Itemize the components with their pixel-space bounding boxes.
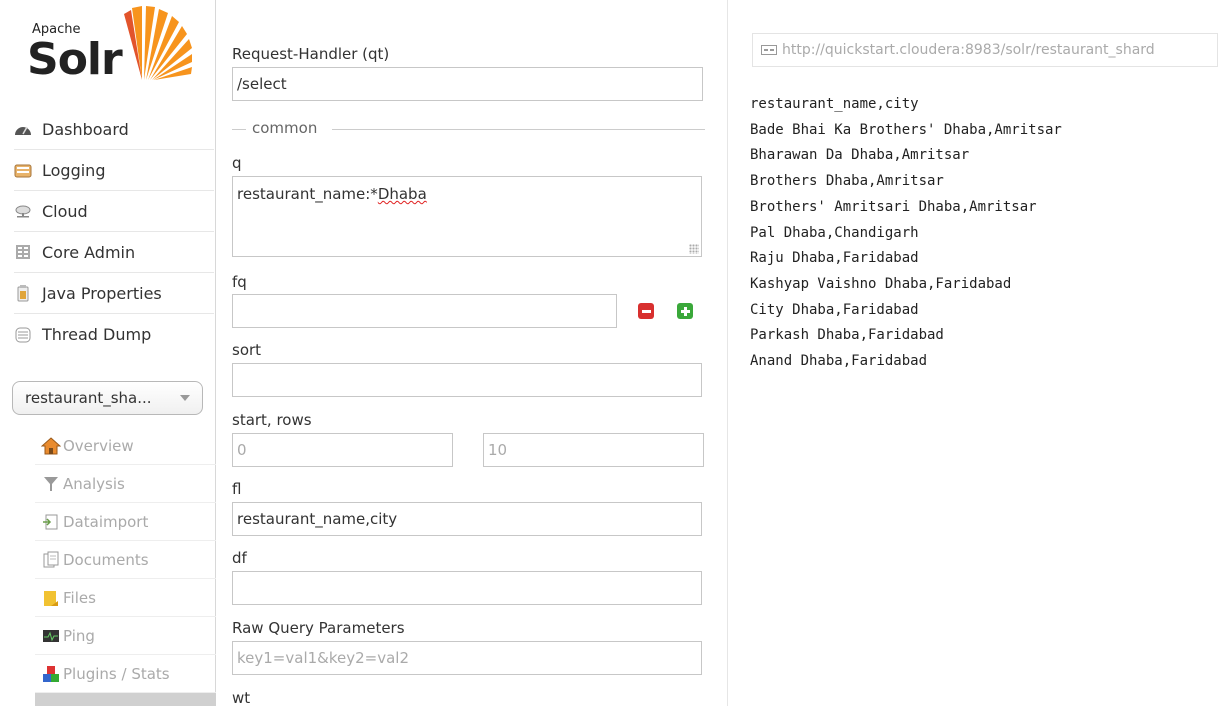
- nav-core-admin[interactable]: Core Admin: [14, 232, 214, 273]
- raw-query-input[interactable]: key1=val1&key2=val2: [232, 641, 702, 675]
- ping-icon: [41, 626, 61, 646]
- core-nav-label: Plugins / Stats: [63, 664, 170, 683]
- solr-logo[interactable]: Apache Solr: [22, 4, 197, 86]
- logging-icon: [14, 161, 32, 179]
- cloud-icon: [14, 202, 32, 220]
- java-properties-icon: [14, 284, 32, 302]
- documents-icon: [41, 550, 61, 570]
- results-panel: http://quickstart.cloudera:8983/solr/res…: [729, 0, 1218, 706]
- start-input[interactable]: 0: [232, 433, 453, 467]
- plugins-icon: [41, 664, 61, 684]
- legend-divider-left: [232, 129, 246, 130]
- common-fieldset-legend: common: [232, 119, 705, 139]
- nav-label: Logging: [42, 160, 106, 180]
- nav-label: Dashboard: [42, 119, 129, 139]
- home-icon: [41, 436, 61, 456]
- fl-label: fl: [232, 480, 242, 498]
- nav-cloud[interactable]: Cloud: [14, 191, 214, 232]
- response-row: Bharawan Da Dhaba,Amritsar: [750, 147, 970, 164]
- nav-dashboard[interactable]: Dashboard: [14, 109, 214, 150]
- core-nav-label: Ping: [63, 626, 95, 645]
- df-input[interactable]: [232, 571, 702, 605]
- query-icon: [41, 702, 61, 706]
- dataimport-icon: [41, 512, 61, 532]
- response-output: restaurant_name,city Bade Bhai Ka Brother…: [750, 92, 1062, 375]
- q-textarea[interactable]: restaurant_name:*Dhaba: [232, 176, 702, 257]
- core-nav-label: Documents: [63, 550, 149, 569]
- legend-divider-right: [332, 129, 705, 130]
- core-nav-label: Files: [63, 588, 96, 607]
- nav-java-properties[interactable]: Java Properties: [14, 273, 214, 314]
- resize-grip-icon[interactable]: [689, 244, 699, 254]
- response-row: Raju Dhaba,Faridabad: [750, 250, 919, 267]
- remove-fq-button[interactable]: [638, 303, 654, 319]
- response-row: City Dhaba,Faridabad: [750, 301, 919, 318]
- nav-thread-dump[interactable]: Thread Dump: [14, 314, 214, 355]
- core-nav-query[interactable]: [35, 693, 216, 706]
- core-nav-ping[interactable]: Ping: [35, 617, 216, 655]
- sort-input[interactable]: [232, 363, 702, 397]
- filter-icon: [41, 474, 61, 494]
- fl-input[interactable]: restaurant_name,city: [232, 502, 702, 536]
- q-value-term: Dhaba: [377, 185, 427, 203]
- sort-label: sort: [232, 341, 262, 359]
- fq-label: fq: [232, 273, 247, 291]
- nav-label: Cloud: [42, 201, 88, 221]
- core-nav-analysis[interactable]: Analysis: [35, 465, 216, 503]
- nav-label: Java Properties: [42, 283, 162, 303]
- core-nav-label: Overview: [63, 436, 134, 455]
- core-nav: Overview Analysis Dataimport Documents F…: [35, 427, 216, 706]
- sun-rays-icon: [124, 6, 192, 80]
- sidebar: Apache Solr Dashboard Logging Cloud Core…: [0, 0, 216, 706]
- qt-label: Request-Handler (qt): [232, 45, 390, 63]
- add-fq-button[interactable]: [677, 303, 693, 319]
- folder-icon: [41, 588, 61, 608]
- request-url-link[interactable]: http://quickstart.cloudera:8983/solr/res…: [752, 33, 1218, 67]
- nav-label: Thread Dump: [42, 325, 152, 344]
- core-nav-files[interactable]: Files: [35, 579, 216, 617]
- dashboard-icon: [14, 120, 32, 138]
- core-nav-plugins-stats[interactable]: Plugins / Stats: [35, 655, 216, 693]
- start-rows-label: start, rows: [232, 411, 312, 429]
- common-legend-label: common: [252, 119, 318, 137]
- core-nav-label: Dataimport: [63, 512, 149, 531]
- response-row: Bade Bhai Ka Brothers' Dhaba,Amritsar: [750, 121, 1062, 138]
- core-nav-dataimport[interactable]: Dataimport: [35, 503, 216, 541]
- raw-query-label: Raw Query Parameters: [232, 619, 405, 637]
- response-row: Kashyap Vaishno Dhaba,Faridabad: [750, 275, 1012, 292]
- wt-label: wt: [232, 689, 251, 706]
- core-admin-icon: [14, 243, 32, 261]
- q-value-field: restaurant_name:*: [237, 185, 378, 203]
- chevron-down-icon: [180, 395, 190, 401]
- core-nav-overview[interactable]: Overview: [35, 427, 216, 465]
- core-selector-value: restaurant_sha...: [25, 389, 152, 407]
- core-nav-label: Analysis: [63, 474, 125, 493]
- link-icon: [761, 45, 777, 55]
- response-row: Brothers Dhaba,Amritsar: [750, 173, 944, 190]
- main-nav: Dashboard Logging Cloud Core Admin Java …: [14, 109, 214, 355]
- fq-input[interactable]: [232, 294, 617, 328]
- nav-logging[interactable]: Logging: [14, 150, 214, 191]
- df-label: df: [232, 549, 247, 567]
- response-header-line: restaurant_name,city: [750, 96, 919, 112]
- nav-label: Core Admin: [42, 242, 136, 262]
- rows-input[interactable]: 10: [483, 433, 704, 467]
- minus-icon: [641, 309, 651, 313]
- logo-solr-text: Solr: [27, 34, 123, 85]
- response-row: Anand Dhaba,Faridabad: [750, 353, 928, 370]
- response-row: Parkash Dhaba,Faridabad: [750, 327, 944, 344]
- q-label: q: [232, 154, 242, 172]
- response-row: Brothers' Amritsari Dhaba,Amritsar: [750, 198, 1037, 215]
- qt-input[interactable]: /select: [232, 67, 703, 101]
- plus-icon-v: [683, 306, 687, 316]
- query-form: Request-Handler (qt) /select common q re…: [217, 0, 728, 706]
- response-row: Pal Dhaba,Chandigarh: [750, 224, 919, 241]
- thread-dump-icon: [14, 326, 32, 344]
- core-selector-dropdown[interactable]: restaurant_sha...: [12, 381, 203, 415]
- request-url-text: http://quickstart.cloudera:8983/solr/res…: [782, 42, 1155, 58]
- core-nav-documents[interactable]: Documents: [35, 541, 216, 579]
